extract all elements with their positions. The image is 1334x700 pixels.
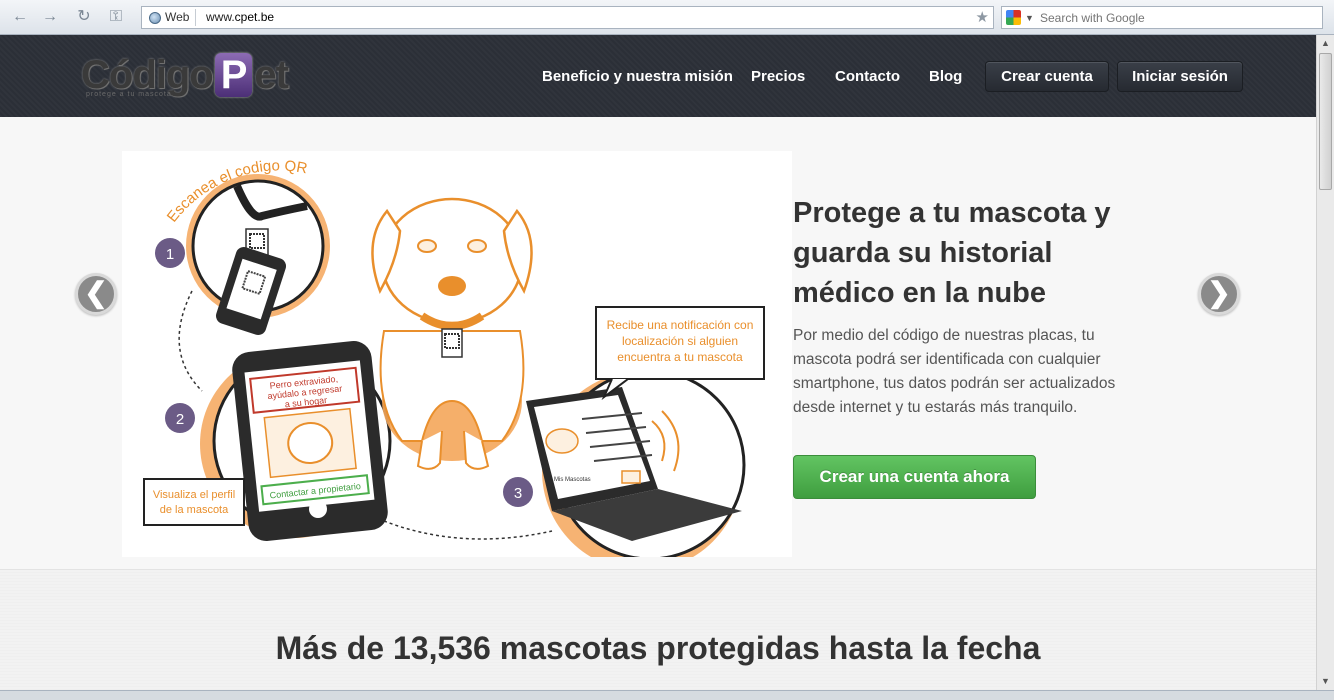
login-button[interactable]: Iniciar sesión	[1117, 61, 1243, 92]
signup-button[interactable]: Crear cuenta	[985, 61, 1109, 92]
web-label: Web	[165, 10, 190, 24]
notify-note-line-1: Recibe una notificación con	[607, 318, 754, 332]
hero-carousel: Escanea el codigo QR 1 Perro extraviado,…	[0, 117, 1316, 571]
forward-arrow-icon[interactable]: →	[40, 8, 60, 26]
browser-status-bar	[0, 690, 1334, 700]
nav-blog[interactable]: Blog	[929, 68, 962, 85]
nav-beneficio[interactable]: Beneficio y nuestra misión	[542, 68, 733, 85]
bookmark-star-icon[interactable]: ★	[976, 8, 989, 27]
scroll-thumb[interactable]	[1319, 53, 1332, 190]
url-domain: cpet.be	[234, 10, 275, 24]
url-prefix: www.	[206, 10, 235, 24]
reload-icon[interactable]: ↻	[74, 8, 94, 26]
scroll-down-icon[interactable]: ▼	[1317, 673, 1334, 690]
site-header: Código Pet protege a tu mascota Beneficio…	[0, 35, 1316, 117]
profile-note-line-1: Visualiza el perfil	[153, 489, 235, 501]
step-2-badge: 2	[176, 411, 184, 428]
step-3-badge: 3	[514, 485, 522, 502]
search-box[interactable]: ▼	[1001, 6, 1323, 29]
back-arrow-icon[interactable]: ←	[10, 8, 30, 26]
globe-icon	[149, 11, 161, 24]
dog-illustration	[371, 197, 533, 470]
page-scrollbar[interactable]: ▲ ▼	[1316, 35, 1334, 690]
google-icon[interactable]	[1006, 10, 1021, 25]
profile-note-line-2: de la mascota	[160, 504, 229, 516]
nav-precios[interactable]: Precios	[751, 68, 805, 85]
pets-protected-count: Más de 13,536 mascotas protegidas hasta …	[275, 630, 1041, 666]
step-1-badge: 1	[166, 246, 174, 263]
site-identity-chip[interactable]: Web	[144, 9, 197, 26]
create-account-now-button[interactable]: Crear una cuenta ahora	[793, 455, 1036, 499]
how-it-works-illustration: Escanea el codigo QR 1 Perro extraviado,…	[143, 157, 765, 571]
hero-description: Por medio del código de nuestras placas,…	[793, 327, 1116, 416]
logo[interactable]: Código Pet protege a tu mascota	[81, 53, 289, 103]
hero-title: Protege a tu mascota y guarda su histori…	[793, 197, 1111, 309]
chevron-down-icon[interactable]: ▼	[1025, 9, 1034, 27]
key-icon[interactable]: ⚿	[106, 8, 126, 26]
notify-note-line-2: localización si alguien	[622, 334, 738, 348]
notify-note-line-3: encuentra a tu mascota	[617, 350, 743, 364]
hero-illustration: Escanea el codigo QR 1 Perro extraviado,…	[122, 151, 792, 571]
stats-band: Más de 13,536 mascotas protegidas hasta …	[0, 570, 1316, 690]
address-bar[interactable]: Web www.cpet.be ★	[141, 6, 994, 29]
nav-contacto[interactable]: Contacto	[835, 68, 900, 85]
scroll-up-icon[interactable]: ▲	[1317, 35, 1334, 52]
laptop-heading: Mis Mascotas	[554, 477, 591, 483]
logo-tagline: protege a tu mascota	[86, 91, 172, 98]
url-text[interactable]: www.cpet.be	[206, 7, 274, 28]
carousel-next-button[interactable]: ❯	[1198, 273, 1240, 315]
carousel-prev-button[interactable]: ❮	[75, 273, 117, 315]
browser-toolbar: ← → ↻ ⚿ Web www.cpet.be ★ ▼	[0, 0, 1334, 35]
search-input[interactable]	[1040, 8, 1310, 27]
